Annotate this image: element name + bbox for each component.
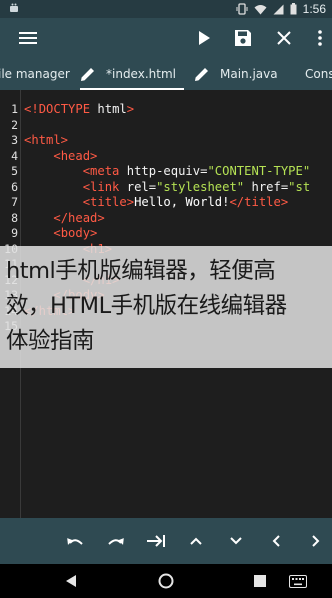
vibrate-icon <box>236 0 248 19</box>
line-number: 2 <box>11 117 18 132</box>
chevron-down-icon[interactable] <box>224 529 248 553</box>
line-number: 7 <box>11 195 18 209</box>
caption-line-3: 体验指南 <box>6 328 95 354</box>
tab-label: Cons <box>305 67 332 81</box>
close-icon[interactable] <box>272 26 296 50</box>
code-token: <link <box>82 179 120 194</box>
save-icon[interactable] <box>231 26 255 50</box>
code-token: "st <box>288 179 311 194</box>
line-number: 1 <box>11 102 18 116</box>
code-token: > <box>126 102 135 116</box>
wifi-icon <box>254 0 267 19</box>
line-number: 4 <box>11 148 18 163</box>
file-tabs: ile manager *index.html Main.java Cons <box>0 58 332 90</box>
code-token: </title> <box>229 195 289 209</box>
indent-icon[interactable] <box>144 529 168 553</box>
android-icon <box>8 2 20 18</box>
caption-line-2: 效，HTML手机版在线编辑器 <box>6 293 287 319</box>
status-bar: 1:56 <box>0 0 332 18</box>
run-icon[interactable] <box>192 26 216 50</box>
back-icon[interactable] <box>61 572 81 590</box>
tab-main-java[interactable]: Main.java <box>194 58 278 90</box>
code-token: <title> <box>82 195 135 209</box>
chevron-right-icon[interactable] <box>304 529 328 553</box>
tab-label: Main.java <box>220 67 278 81</box>
line-number: 9 <box>11 226 18 240</box>
tab-label: ile manager <box>0 67 70 81</box>
code-line: </head> <box>24 211 332 227</box>
more-icon[interactable] <box>308 26 332 50</box>
code-token: <meta <box>82 164 120 178</box>
code-line: <meta http-equiv="CONTENT-TYPE" <box>24 164 332 180</box>
tab-label: *index.html <box>106 67 176 81</box>
code-token: Hello, World! <box>134 195 230 209</box>
code-line: <!DOCTYPE html> <box>24 102 332 118</box>
chevron-up-icon[interactable] <box>184 529 208 553</box>
tab-file-manager[interactable]: ile manager <box>0 58 70 90</box>
app-toolbar <box>0 18 332 58</box>
code-line: <head> <box>24 149 332 165</box>
code-token: href= <box>244 179 289 194</box>
recents-icon[interactable] <box>250 572 270 590</box>
tab-index-html[interactable]: *index.html <box>80 58 184 90</box>
menu-icon[interactable] <box>16 26 40 50</box>
code-token: rel= <box>119 179 157 194</box>
code-line: <title>Hello, World!</title> <box>24 195 332 211</box>
code-token: http-equiv= <box>119 164 208 178</box>
code-token: DOCTYPE <box>38 102 91 116</box>
code-token: <html> <box>24 133 69 147</box>
pencil-icon <box>80 66 96 82</box>
line-number: 6 <box>11 179 18 194</box>
code-token: <! <box>24 102 39 116</box>
symbol-keybar <box>0 518 332 564</box>
battery-icon <box>290 0 297 19</box>
code-token: </head> <box>53 210 105 225</box>
system-navbar <box>0 564 332 598</box>
code-token: "CONTENT-TYPE" <box>207 164 311 178</box>
line-number: 8 <box>11 210 18 225</box>
caption-overlay: html手机版编辑器，轻便高 效，HTML手机版在线编辑器 体验指南 <box>0 246 332 368</box>
code-line: <link rel="stylesheet" href="st <box>24 180 332 196</box>
clock: 1:56 <box>302 2 326 16</box>
tab-console[interactable]: Cons <box>305 58 332 90</box>
code-token: "stylesheet" <box>156 179 245 194</box>
undo-icon[interactable] <box>63 529 87 553</box>
code-token: <head> <box>53 148 98 163</box>
code-token: html <box>90 102 127 116</box>
line-number: 5 <box>11 164 18 178</box>
redo-icon[interactable] <box>104 529 128 553</box>
code-line: <html> <box>24 133 332 149</box>
line-number: 3 <box>11 133 18 147</box>
code-line: <body> <box>24 226 332 242</box>
code-token: <body> <box>53 226 98 240</box>
home-icon[interactable] <box>156 572 176 590</box>
keyboard-icon[interactable] <box>288 572 308 590</box>
chevron-left-icon[interactable] <box>264 529 288 553</box>
signal-icon <box>273 0 284 19</box>
caption-line-1: html手机版编辑器，轻便高 <box>6 258 276 284</box>
pencil-icon <box>194 66 210 82</box>
